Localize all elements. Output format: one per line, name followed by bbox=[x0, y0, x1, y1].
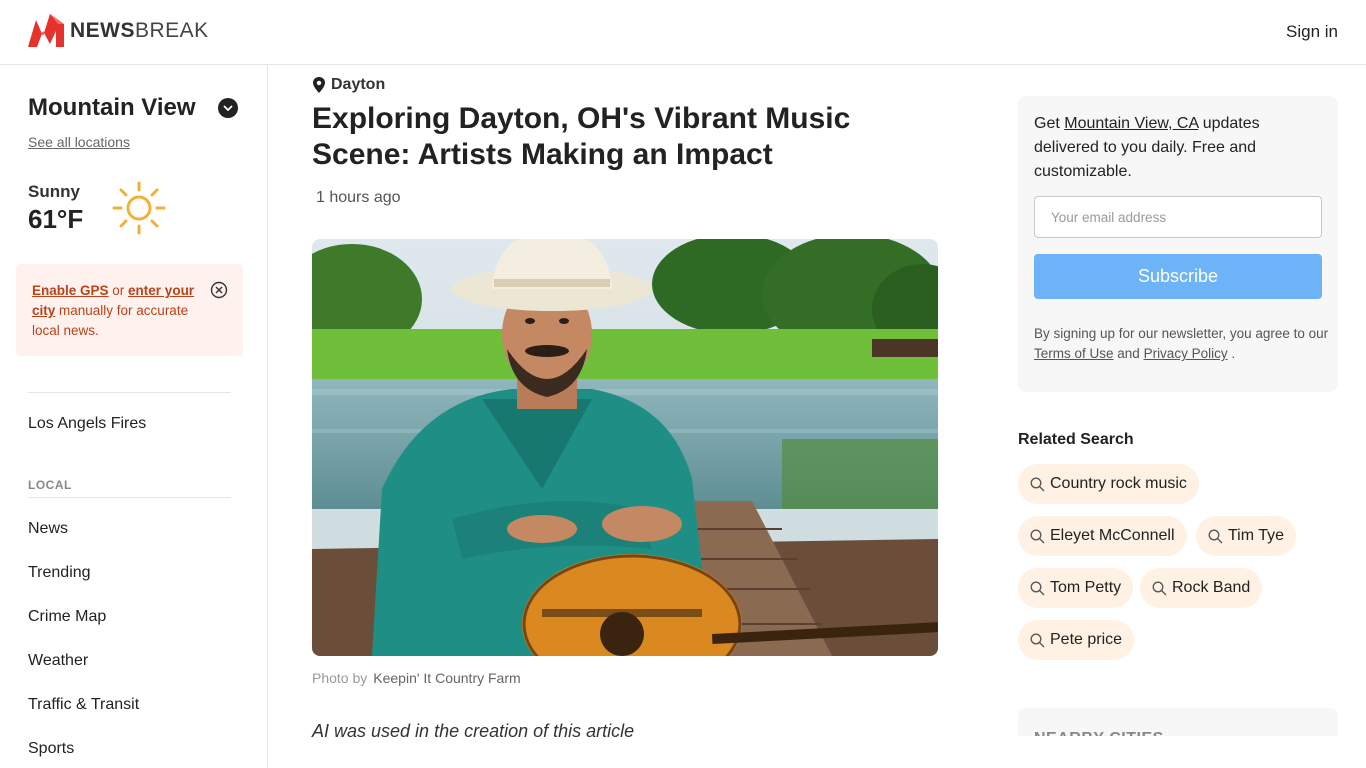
legal-suffix: . bbox=[1227, 346, 1236, 361]
nearby-cutoff bbox=[1018, 736, 1338, 768]
article-title: Exploring Dayton, OH's Vibrant Music Sce… bbox=[312, 102, 851, 171]
legal-and: and bbox=[1113, 346, 1144, 361]
brand-bold: NEWS bbox=[70, 19, 135, 42]
chip-label: Pete price bbox=[1050, 631, 1123, 648]
location-name: Mountain View bbox=[28, 94, 196, 121]
subscribe-legal-text: By signing up for our newsletter, you ag… bbox=[1034, 324, 1330, 364]
chip-label: Tom Petty bbox=[1050, 579, 1122, 596]
search-icon bbox=[1030, 477, 1045, 491]
weather-temperature: 61°F bbox=[28, 204, 84, 234]
search-icon bbox=[1030, 529, 1045, 543]
close-icon[interactable] bbox=[210, 281, 228, 304]
article-city-tag[interactable]: Dayton bbox=[312, 76, 385, 94]
sidebar-item-weather[interactable]: Weather bbox=[28, 652, 88, 670]
photo-credit-source: Keepin' It Country Farm bbox=[373, 670, 521, 686]
subscribe-prefix: Get bbox=[1034, 115, 1065, 132]
sidebar-item-news[interactable]: News bbox=[28, 520, 68, 538]
sidebar-item-trending[interactable]: Trending bbox=[28, 564, 91, 582]
enable-gps-link[interactable]: Enable GPS bbox=[32, 283, 109, 298]
gps-rest-text: manually for accurate local news. bbox=[32, 303, 189, 338]
legal-prefix: By signing up for our newsletter, you ag… bbox=[1034, 326, 1329, 341]
related-search-chip[interactable]: Country rock music bbox=[1018, 464, 1199, 504]
newsletter-subscribe-box: Get Mountain View, CA updates delivered … bbox=[1018, 96, 1338, 392]
sidebar-item-los-angels-fires[interactable]: Los Angels Fires bbox=[28, 415, 146, 433]
see-all-locations-link[interactable]: See all locations bbox=[28, 134, 130, 150]
chevron-down-icon[interactable] bbox=[218, 98, 238, 118]
chip-label: Rock Band bbox=[1172, 579, 1251, 596]
related-search-chip[interactable]: Eleyet McConnell bbox=[1018, 516, 1187, 556]
related-search-chip[interactable]: Rock Band bbox=[1140, 568, 1263, 608]
article-photo bbox=[312, 239, 938, 656]
chip-label: Tim Tye bbox=[1228, 527, 1285, 544]
photo-credit: Photo by Keepin' It Country Farm bbox=[312, 670, 521, 686]
sidebar-item-traffic-transit[interactable]: Traffic & Transit bbox=[28, 696, 139, 714]
ai-disclosure: AI was used in the creation of this arti… bbox=[312, 721, 635, 741]
newsbreak-logo[interactable]: NEWSBREAK bbox=[28, 14, 209, 48]
search-icon bbox=[1208, 529, 1223, 543]
sidebar-item-sports[interactable]: Sports bbox=[28, 740, 74, 758]
sign-in-link[interactable]: Sign in bbox=[1286, 22, 1338, 42]
gps-or-text: or bbox=[108, 283, 129, 298]
related-search-title: Related Search bbox=[1018, 431, 1134, 448]
photo-credit-label: Photo by bbox=[312, 670, 368, 686]
top-header: NEWSBREAK Sign in bbox=[0, 0, 1366, 65]
privacy-policy-link[interactable]: Privacy Policy bbox=[1144, 346, 1228, 361]
left-sidebar: Mountain View See all locations Sunny 61… bbox=[0, 65, 268, 768]
chip-label: Eleyet McConnell bbox=[1050, 527, 1175, 544]
related-search-chip[interactable]: Tom Petty bbox=[1018, 568, 1134, 608]
article-timestamp: 1 hours ago bbox=[316, 189, 401, 206]
sun-icon bbox=[111, 180, 167, 241]
search-icon bbox=[1152, 581, 1167, 595]
chip-label: Country rock music bbox=[1050, 475, 1187, 492]
terms-of-use-link[interactable]: Terms of Use bbox=[1034, 346, 1114, 361]
sidebar-item-crime-map[interactable]: Crime Map bbox=[28, 608, 106, 626]
brand-light: BREAK bbox=[135, 19, 209, 42]
related-search-chip[interactable]: Tim Tye bbox=[1196, 516, 1297, 556]
subscribe-location-link[interactable]: Mountain View, CA bbox=[1064, 115, 1198, 132]
search-icon bbox=[1030, 633, 1045, 647]
location-pin-icon bbox=[313, 77, 325, 93]
nearby-cities-box: NEARBY CITIES bbox=[1018, 708, 1338, 768]
weather-condition: Sunny bbox=[28, 182, 80, 201]
newsbreak-logo-icon bbox=[28, 14, 64, 47]
related-search-chip[interactable]: Pete price bbox=[1018, 620, 1135, 660]
sidebar-divider bbox=[28, 392, 231, 393]
email-field[interactable] bbox=[1034, 196, 1322, 238]
gps-prompt-text: Enable GPS or enter your city manually f… bbox=[32, 281, 210, 341]
subscribe-button[interactable]: Subscribe bbox=[1034, 254, 1322, 299]
gps-prompt: Enable GPS or enter your city manually f… bbox=[16, 264, 243, 356]
sidebar-section-local: LOCAL bbox=[28, 478, 72, 492]
subscribe-description: Get Mountain View, CA updates delivered … bbox=[1034, 112, 1324, 184]
sidebar-divider bbox=[28, 497, 231, 498]
location-selector[interactable]: Mountain View bbox=[28, 94, 238, 122]
article-city: Dayton bbox=[331, 76, 386, 93]
search-icon bbox=[1030, 581, 1045, 595]
